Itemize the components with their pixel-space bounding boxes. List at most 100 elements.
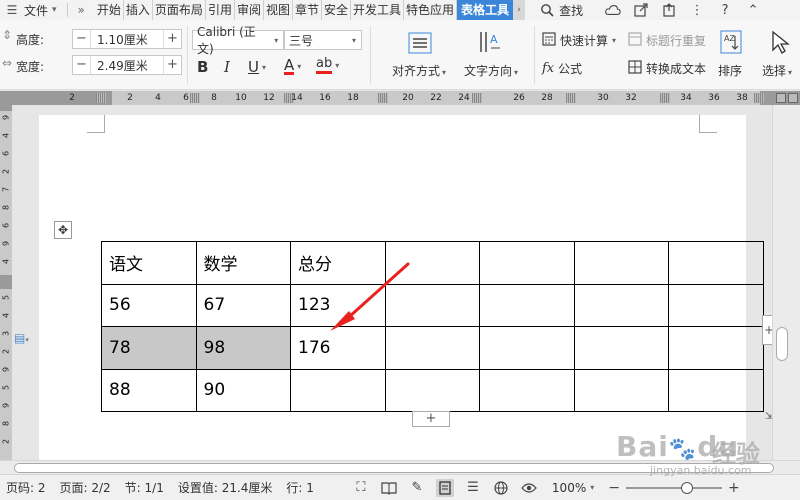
ruler-column-marker[interactable]: [660, 93, 670, 103]
tab-view[interactable]: 视图: [264, 0, 293, 20]
horizontal-ruler[interactable]: 2 2 4 6 8 10 12 14 16 18 20 22 24 26 28 …: [0, 91, 800, 105]
horizontal-scroll-thumb[interactable]: [14, 463, 774, 473]
file-menu[interactable]: 文件: [24, 2, 48, 19]
ruler-end-button[interactable]: [776, 93, 786, 103]
ruler-column-marker[interactable]: [472, 93, 482, 103]
table-row[interactable]: 56 67 123: [101, 283, 764, 327]
add-column-button[interactable]: +: [762, 315, 772, 345]
width-value[interactable]: 2.49厘米: [91, 57, 163, 74]
collapse-ribbon-icon[interactable]: ⌃: [745, 2, 761, 18]
font-name-select[interactable]: Calibri (正文) ▾: [192, 25, 284, 56]
vertical-ruler[interactable]: 9 4 6 2 7 8 6 9 4 5 4 3 2 9 5 9 8 2: [0, 105, 12, 460]
tab-table-tools[interactable]: 表格工具: [457, 0, 514, 20]
align-button[interactable]: 对齐方式 ▾: [392, 62, 446, 79]
table-cell[interactable]: [384, 283, 480, 327]
quick-calc-button[interactable]: 快速计算 ▾: [542, 32, 616, 49]
select-button[interactable]: 选择 ▾: [762, 62, 792, 79]
underline-button[interactable]: U ▾: [248, 58, 266, 76]
bold-button[interactable]: B: [197, 58, 208, 76]
table-cell[interactable]: [479, 368, 575, 412]
reading-mode-icon[interactable]: [380, 479, 398, 497]
table-cell[interactable]: [384, 326, 480, 370]
add-row-button[interactable]: +: [412, 411, 450, 427]
table-row[interactable]: 语文 数学 总分: [101, 241, 764, 285]
setting-status[interactable]: 设置值: 21.4厘米: [178, 479, 273, 496]
vertical-scroll-thumb[interactable]: [776, 327, 788, 361]
zoom-select[interactable]: 100% ▾: [552, 481, 594, 495]
ruler-column-marker[interactable]: [754, 93, 764, 103]
ruler-column-marker[interactable]: [96, 93, 106, 103]
table-cell[interactable]: [668, 368, 764, 412]
page-status[interactable]: 页面: 2/2: [60, 479, 111, 496]
table-row[interactable]: 78 98 176: [101, 326, 764, 370]
table-cell[interactable]: [573, 283, 669, 327]
table-cell[interactable]: 176: [290, 326, 386, 370]
table-cell[interactable]: 123: [290, 283, 386, 327]
zoom-slider[interactable]: [625, 481, 722, 495]
fullscreen-icon[interactable]: ⛶: [352, 479, 370, 497]
cloud-sync-icon[interactable]: [605, 2, 621, 18]
table-cell[interactable]: [479, 241, 575, 285]
file-menu-caret-icon[interactable]: ▾: [52, 5, 57, 15]
line-status[interactable]: 行: 1: [286, 479, 314, 496]
table-cell[interactable]: 88: [101, 368, 197, 412]
zoom-out-button[interactable]: −: [608, 480, 620, 496]
page-code-status[interactable]: 页码: 2: [6, 479, 46, 496]
font-size-select[interactable]: 三号 ▾: [284, 30, 362, 50]
web-view-icon[interactable]: [492, 479, 510, 497]
tab-special[interactable]: 特色应用: [404, 0, 458, 20]
zoom-slider-knob[interactable]: [680, 481, 693, 494]
search-button[interactable]: 查找: [539, 2, 583, 19]
table-resize-handle-icon[interactable]: ⇲: [762, 411, 772, 425]
header-repeat-button[interactable]: 标题行重复: [628, 32, 706, 49]
table-cell[interactable]: [384, 241, 480, 285]
tab-page-layout[interactable]: 页面布局: [153, 0, 206, 20]
table-cell[interactable]: [668, 283, 764, 327]
more-options-icon[interactable]: ⋮: [689, 2, 705, 18]
ruler-end-button[interactable]: [788, 93, 798, 103]
table-cell[interactable]: 67: [195, 283, 291, 327]
double-chevron-icon[interactable]: »: [78, 3, 85, 17]
sort-button[interactable]: 排序: [718, 62, 742, 79]
table-cell[interactable]: [668, 241, 764, 285]
table-cell[interactable]: [384, 368, 480, 412]
font-color-button[interactable]: A ▾: [284, 58, 301, 75]
tab-security[interactable]: 安全: [322, 0, 352, 20]
italic-button[interactable]: I: [224, 58, 230, 76]
height-decrease-button[interactable]: −: [73, 30, 91, 48]
width-stepper[interactable]: − 2.49厘米 +: [72, 55, 182, 75]
width-increase-button[interactable]: +: [163, 56, 181, 74]
height-increase-button[interactable]: +: [163, 30, 181, 48]
vertical-scrollbar[interactable]: [772, 105, 800, 460]
table-cell[interactable]: 语文: [101, 241, 197, 285]
formula-button[interactable]: fx 公式: [542, 60, 582, 77]
help-icon[interactable]: ?: [717, 2, 733, 18]
outline-view-icon[interactable]: ☰: [464, 479, 482, 497]
table-cell[interactable]: [479, 283, 575, 327]
tab-overflow-arrow-icon[interactable]: ›: [513, 0, 526, 20]
ruler-column-marker[interactable]: [566, 93, 576, 103]
zoom-in-button[interactable]: +: [728, 480, 740, 496]
table-cell[interactable]: 56: [101, 283, 197, 327]
tab-insert[interactable]: 插入: [124, 0, 153, 20]
table-cell[interactable]: 数学: [195, 241, 291, 285]
page-view-icon[interactable]: [435, 478, 454, 497]
table-move-handle-icon[interactable]: ✥: [54, 221, 72, 239]
document-area[interactable]: ✥ ▤▾ 语文 数学 总分 56 67 123 78 98 176 88 90 + + ⇲: [12, 105, 772, 460]
hamburger-menu-icon[interactable]: ☰: [0, 3, 24, 17]
share-icon[interactable]: [633, 2, 649, 18]
height-stepper[interactable]: − 1.10厘米 +: [72, 29, 182, 49]
export-icon[interactable]: [661, 2, 677, 18]
table-cell[interactable]: [479, 326, 575, 370]
table-cell[interactable]: 总分: [290, 241, 386, 285]
table-cell[interactable]: [668, 326, 764, 370]
table-cell[interactable]: [573, 368, 669, 412]
text-direction-button[interactable]: 文字方向 ▾: [464, 62, 518, 79]
table-cell[interactable]: [290, 368, 386, 412]
height-value[interactable]: 1.10厘米: [91, 31, 163, 48]
width-decrease-button[interactable]: −: [73, 56, 91, 74]
table-cell[interactable]: 98: [195, 326, 291, 370]
table-cell[interactable]: [573, 241, 669, 285]
edit-mode-icon[interactable]: ✎: [408, 479, 426, 497]
tab-developer[interactable]: 开发工具: [351, 0, 405, 20]
